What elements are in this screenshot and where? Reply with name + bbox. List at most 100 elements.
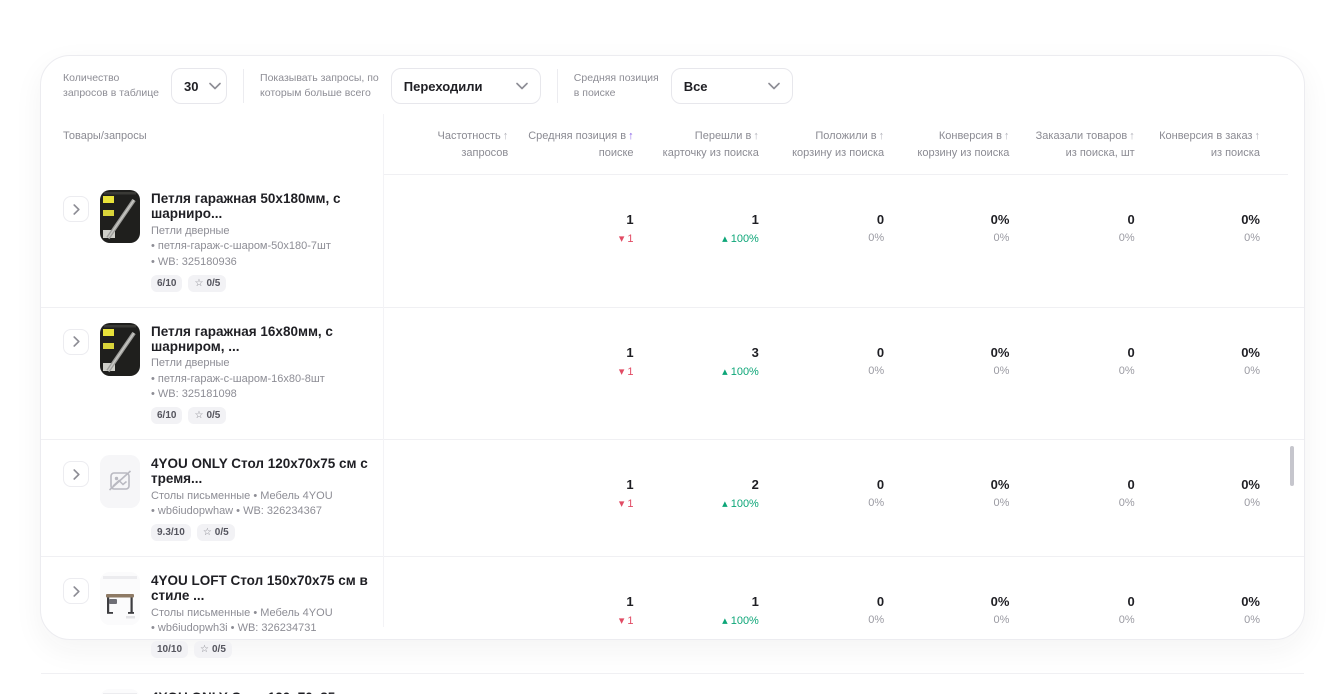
filter-divider <box>243 69 244 103</box>
product-category: Петли дверные <box>151 225 383 237</box>
metric-cell-frequency <box>383 689 508 694</box>
metric-cell-avg-position: 1 ▾ 1 <box>508 190 633 292</box>
metric-cell-order-conversion: 0% 0% <box>1135 572 1260 658</box>
filter-group-show-by: Показывать запросы, по которым больше вс… <box>260 68 541 104</box>
rating-badge: 6/10 <box>151 275 182 292</box>
metric-cell-avg-position: 1 ▾ 1 <box>508 323 633 425</box>
filter-avg-position-label: Средняя позиция в поиске <box>574 71 659 100</box>
product-badges: 6/10 ☆0/5 <box>151 407 383 424</box>
vertical-scrollbar-thumb[interactable] <box>1290 446 1294 486</box>
chevron-down-icon <box>516 82 528 90</box>
product-title[interactable]: 4YOU LOFT Стол 150x70x75 см в стиле ... <box>151 573 383 603</box>
column-header-order-conversion[interactable]: Конверсия в заказ↑из поиска <box>1135 128 1260 161</box>
product-info: 4YOU ONLY Стол 120x70x75 см с тремя... С… <box>151 455 383 541</box>
product-thumbnail[interactable] <box>100 190 140 243</box>
desk-photo <box>100 572 140 625</box>
filter-group-avg-position: Средняя позиция в поиске Все <box>574 68 793 104</box>
reviews-badge: ☆0/5 <box>188 275 226 292</box>
metric-cell-avg-position: 1 ▾ 1 <box>508 689 633 694</box>
metric-cell-ordered: 0 0% <box>1009 323 1134 425</box>
analytics-panel: Количество запросов в таблице 30 Показыв… <box>40 55 1305 640</box>
column-header-avg-position[interactable]: Средняя позиция в↑поиске <box>508 128 633 161</box>
product-thumbnail[interactable] <box>100 689 140 694</box>
table-row: 4YOU ONLY Стол 120x70x85 см с тремя... С… <box>41 673 1304 694</box>
column-header-cart-conversion[interactable]: Конверсия в↑корзину из поиска <box>884 128 1009 161</box>
table-row: 4YOU LOFT Стол 150x70x75 см в стиле ... … <box>41 556 1304 673</box>
reviews-badge: ☆0/5 <box>197 524 235 541</box>
column-header-frequency[interactable]: Частотность↑запросов <box>383 128 508 161</box>
product-cell: 4YOU LOFT Стол 150x70x75 см в стиле ... … <box>63 572 383 658</box>
star-icon: ☆ <box>203 527 212 538</box>
star-icon: ☆ <box>200 644 209 655</box>
sort-arrow-icon: ↑ <box>1254 130 1260 142</box>
metric-cell-order-conversion: 0% 0% <box>1135 323 1260 425</box>
metric-cell-card-opens: 1 ▴ 100% <box>634 689 759 694</box>
product-badges: 9.3/10 ☆0/5 <box>151 524 383 541</box>
expand-row-button[interactable] <box>63 329 89 355</box>
column-header-ordered[interactable]: Заказали товаров↑из поиска, шт <box>1009 128 1134 161</box>
expand-row-button[interactable] <box>63 461 89 487</box>
column-header-card-opens[interactable]: Перешли в↑карточку из поиска <box>634 128 759 161</box>
product-title[interactable]: Петля гаражная 16x80мм, с шарниром, ... <box>151 324 383 354</box>
metric-cell-order-conversion: 0% 0% <box>1135 689 1260 694</box>
filter-group-count: Количество запросов в таблице 30 <box>63 68 227 104</box>
chevron-right-icon <box>73 204 80 215</box>
product-cell: 4YOU ONLY Стол 120x70x75 см с тремя... С… <box>63 455 383 541</box>
product-wb-id: • WB: 325181098 <box>151 388 383 400</box>
metric-cell-ordered: 0 0% <box>1009 572 1134 658</box>
reviews-badge: ☆0/5 <box>194 641 232 658</box>
product-thumbnail[interactable] <box>100 323 140 376</box>
metric-cell-ordered: 0 0% <box>1009 455 1134 541</box>
product-info: 4YOU LOFT Стол 150x70x75 см в стиле ... … <box>151 572 383 658</box>
product-sku: • wb6iudopwh3i • WB: 326234731 <box>151 622 383 634</box>
product-title[interactable]: 4YOU ONLY Стол 120x70x85 см с тремя... <box>151 690 383 694</box>
product-info: Петля гаражная 50x180мм, с шарниро... Пе… <box>151 190 383 292</box>
chevron-right-icon <box>73 586 80 597</box>
rating-badge: 6/10 <box>151 407 182 424</box>
metric-cell-ordered: 0 0% <box>1009 190 1134 292</box>
product-info: Петля гаражная 16x80мм, с шарниром, ... … <box>151 323 383 425</box>
product-thumbnail[interactable] <box>100 455 140 508</box>
filter-divider <box>557 69 558 103</box>
metric-cell-add-to-cart: 0 0% <box>759 455 884 541</box>
avg-position-select[interactable]: Все <box>671 68 793 104</box>
product-thumbnail[interactable] <box>100 572 140 625</box>
product-badges: 6/10 ☆0/5 <box>151 275 383 292</box>
metric-cell-frequency <box>383 572 508 658</box>
metric-cell-card-opens: 2 ▴ 100% <box>634 455 759 541</box>
metric-cell-cart-conversion: 0% 0% <box>884 572 1009 658</box>
star-icon: ☆ <box>194 278 203 289</box>
expand-row-button[interactable] <box>63 578 89 604</box>
metric-cell-add-to-cart: 0 0% <box>759 190 884 292</box>
metric-cell-avg-position: 1 ▾ 1 <box>508 455 633 541</box>
chevron-right-icon <box>73 336 80 347</box>
metric-cell-card-opens: 1 ▴ 100% <box>634 190 759 292</box>
table-body: Петля гаражная 50x180мм, с шарниро... Пе… <box>41 175 1304 694</box>
column-divider <box>383 114 384 627</box>
reviews-badge: ☆0/5 <box>188 407 226 424</box>
product-category: Столы письменные • Мебель 4YOU <box>151 607 383 619</box>
product-title[interactable]: Петля гаражная 50x180мм, с шарниро... <box>151 191 383 221</box>
product-cell: 4YOU ONLY Стол 120x70x85 см с тремя... С… <box>63 689 383 694</box>
product-cell: Петля гаражная 16x80мм, с шарниром, ... … <box>63 323 383 425</box>
column-header-add-to-cart[interactable]: Положили в↑корзину из поиска <box>759 128 884 161</box>
expand-row-button[interactable] <box>63 196 89 222</box>
metric-cell-card-opens: 1 ▴ 100% <box>634 572 759 658</box>
table-row: Петля гаражная 16x80мм, с шарниром, ... … <box>41 307 1304 440</box>
count-select[interactable]: 30 <box>171 68 227 104</box>
product-sku: • петля-гараж-с-шаром-16x80-8шт <box>151 373 383 385</box>
metric-cell-frequency <box>383 455 508 541</box>
product-cell: Петля гаражная 50x180мм, с шарниро... Пе… <box>63 190 383 292</box>
metric-cell-avg-position: 1 ▾ 1 <box>508 572 633 658</box>
metric-cell-add-to-cart: 0 0% <box>759 323 884 425</box>
product-title[interactable]: 4YOU ONLY Стол 120x70x75 см с тремя... <box>151 456 383 486</box>
filter-bar: Количество запросов в таблице 30 Показыв… <box>41 56 1304 114</box>
chevron-right-icon <box>73 469 80 480</box>
table-header: Товары/запросы Частотность↑запросов Сред… <box>41 114 1304 175</box>
metric-cell-ordered: 0 0% <box>1009 689 1134 694</box>
chevron-down-icon <box>768 82 780 90</box>
show-by-select[interactable]: Переходили <box>391 68 541 104</box>
metric-cell-cart-conversion: 0% 0% <box>884 689 1009 694</box>
metric-cell-cart-conversion: 0% 0% <box>884 190 1009 292</box>
metric-cell-cart-conversion: 0% 0% <box>884 455 1009 541</box>
